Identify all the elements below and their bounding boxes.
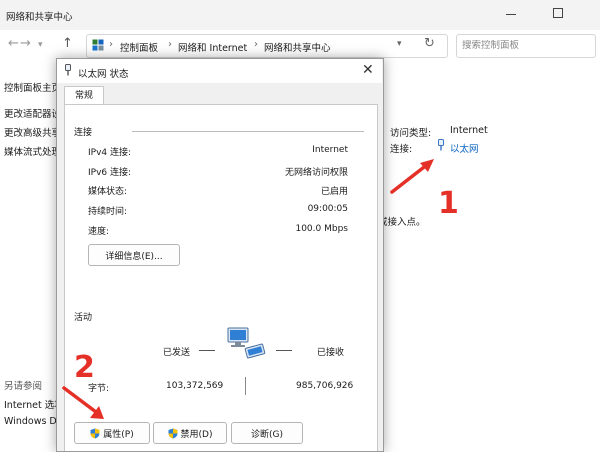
annotation-step-1: 1 [438, 186, 459, 221]
dialog-title: 以太网 状态 [78, 69, 129, 80]
forward-arrow-icon[interactable]: → [20, 36, 31, 51]
connections-label: 连接: [390, 144, 413, 155]
ethernet-connection-link[interactable]: 以太网 [450, 141, 479, 155]
up-arrow-icon[interactable]: ↑ [62, 36, 73, 51]
control-panel-icon [92, 39, 104, 51]
annotation-step-2: 2 [74, 350, 95, 385]
minimize-icon[interactable] [506, 14, 516, 15]
access-point-text: 或接入点。 [378, 217, 426, 228]
disable-button[interactable]: 禁用(D) [153, 422, 227, 444]
refresh-icon[interactable]: ↻ [424, 36, 435, 51]
sidebar-item-home[interactable]: 控制面板主页 [4, 80, 61, 94]
access-type-label: 访问类型: [390, 128, 432, 139]
details-button[interactable]: 详细信息(E)... [88, 244, 180, 266]
ipv6-value: 无网络访问权限 [284, 168, 348, 178]
breadcrumb-network-internet[interactable]: 网络和 Internet [178, 40, 247, 54]
connection-section-title: 连接 [74, 128, 93, 138]
breadcrumb-sharing-center[interactable]: 网络和共享中心 [264, 40, 331, 54]
speed-value: 100.0 Mbps [295, 224, 348, 234]
back-arrow-icon[interactable]: ← [8, 36, 19, 51]
disable-button-label: 禁用(D) [180, 429, 213, 440]
window-title: 网络和共享中心 [6, 12, 73, 23]
sidebar-item-adapter-settings[interactable]: 更改适配器设 [4, 106, 61, 120]
see-also-windows-defender[interactable]: Windows De [4, 416, 63, 427]
duration-label: 持续时间: [88, 207, 128, 217]
sidebar-item-media-streaming[interactable]: 媒体流式处理 [4, 144, 61, 158]
breadcrumb-control-panel[interactable]: 控制面板 [120, 40, 158, 54]
close-icon[interactable]: ✕ [362, 62, 374, 78]
breadcrumb-separator: › [168, 39, 172, 50]
title-bar [0, 0, 600, 30]
maximize-icon[interactable] [553, 8, 563, 18]
sent-line [199, 350, 215, 351]
diagnose-button[interactable]: 诊断(G) [231, 422, 303, 444]
activity-section-title: 活动 [74, 313, 93, 323]
properties-button-label: 属性(P) [103, 429, 134, 440]
section-divider [132, 131, 364, 132]
recent-dropdown-icon[interactable]: ▾ [38, 40, 43, 50]
see-also-heading: 另请参阅 [4, 381, 43, 392]
network-activity-icon [227, 327, 266, 359]
received-label: 已接收 [317, 348, 345, 358]
sent-label: 已发送 [163, 348, 191, 358]
search-input[interactable] [462, 40, 586, 51]
sidebar-item-advanced-sharing[interactable]: 更改高级共享 [4, 125, 61, 139]
uac-shield-icon [90, 428, 100, 438]
bytes-sent-value: 103,372,569 [166, 381, 224, 391]
speed-label: 速度: [88, 227, 110, 237]
media-state-value: 已启用 [320, 187, 348, 197]
received-line [276, 350, 292, 351]
breadcrumb-separator: › [254, 39, 258, 50]
uac-shield-icon [168, 428, 178, 438]
ipv4-value: Internet [312, 145, 348, 155]
bytes-divider [245, 377, 246, 395]
bytes-received-value: 985,706,926 [296, 381, 354, 391]
ethernet-icon [65, 64, 71, 76]
see-also-internet-options[interactable]: Internet 选项 [4, 397, 64, 411]
annotation-arrow-1 [390, 159, 434, 194]
media-state-label: 媒体状态: [88, 187, 128, 197]
properties-button[interactable]: 属性(P) [74, 422, 150, 444]
ethernet-icon [438, 139, 444, 151]
access-type-value: Internet [450, 125, 488, 136]
ipv6-label: IPv6 连接: [88, 168, 132, 178]
duration-value: 09:00:05 [307, 204, 348, 214]
breadcrumb-separator: › [109, 39, 113, 50]
annotation-arrow-2 [62, 386, 104, 419]
tab-general[interactable]: 常规 [64, 86, 104, 105]
address-dropdown-icon[interactable]: ▾ [397, 39, 402, 49]
ipv4-label: IPv4 连接: [88, 148, 132, 158]
